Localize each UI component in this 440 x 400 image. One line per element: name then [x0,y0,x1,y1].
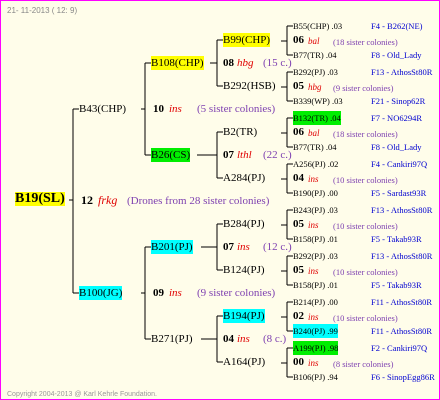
root-number: 12 [81,193,93,207]
gen2-number: 07 [223,149,234,161]
root-drones: (Drones from 28 sister colonies) [127,195,270,207]
gen3-queen[interactable]: B292(HSB) [223,79,276,93]
group-sisters: (18 sister colonies) [333,129,398,139]
ancestor-queen[interactable]: B77(TR) .04 [293,140,336,154]
ancestor-origin: F4 - Cankiri97Q [371,159,428,169]
ancestor-origin: F11 - AthosSt80R [371,297,433,307]
ancestor-queen[interactable]: B292(PJ) .03 [293,249,338,263]
group-sisters: (18 sister colonies) [333,37,398,47]
ancestor-queen[interactable]: A256(PJ) .02 [293,157,338,171]
ancestor-queen[interactable]: B77(TR) .04 [293,48,336,62]
gen1-sisters: (5 sister colonies) [197,103,276,115]
ancestor-origin: F5 - Takab93R [371,280,422,290]
gen2-queen[interactable]: B271(PJ) [151,332,193,346]
gen2-queen[interactable]: B108(CHP) [151,56,204,70]
ancestor-origin: F6 - SinopEgg86R [371,372,435,382]
gen3-queen[interactable]: B124(PJ) [223,263,265,277]
group-sisters: (8 sister colonies) [333,359,394,369]
group-number: 06 [293,126,304,138]
group-number: 05 [293,218,304,230]
group-number: 00 [293,356,304,368]
ancestor-origin: F5 - Takab93R [371,234,422,244]
gen2-sisters: (22 c.) [263,149,292,161]
ancestor-queen[interactable]: B292(PJ) .03 [293,65,338,79]
ancestor-queen[interactable]: B240(PJ) .99 [293,324,338,338]
gen3-sisters: (15 c.) [263,57,292,69]
gen2-sisters: (12 c.) [263,241,292,253]
gen3-queen[interactable]: B99(CHP) [223,33,271,47]
gen3-queen[interactable]: A164(PJ) [223,355,265,369]
ancestor-queen[interactable]: B243(PJ) .03 [293,203,338,217]
group-number: 06 [293,34,304,46]
gen3-queen[interactable]: B194(PJ) [223,309,265,323]
ancestor-origin: F8 - Old_Lady [371,142,422,152]
group-sisters: (10 sister colonies) [333,175,398,185]
ancestor-queen[interactable]: B132(TR) .04 [293,111,341,125]
ancestor-queen[interactable]: B190(PJ) .00 [293,186,338,200]
ancestor-queen[interactable]: B158(PJ) .01 [293,278,338,292]
gen3-number: 08 [223,57,234,69]
ancestor-queen[interactable]: A199(PJ) .98 [293,341,339,355]
group-number: 05 [293,80,304,92]
gen1-number: 10 [153,103,164,115]
root-queen[interactable]: B19(SL) [15,192,65,206]
ancestor-queen[interactable]: B158(PJ) .01 [293,232,338,246]
ancestor-origin: F2 - Cankiri97Q [371,343,428,353]
gen1-code: ins [169,103,182,115]
ancestor-origin: F5 - Sardast93R [371,188,427,198]
gen2-number: 04 [223,333,234,345]
group-sisters: (10 sister colonies) [333,313,398,323]
group-code: bal [308,128,320,138]
group-sisters: (10 sister colonies) [333,221,398,231]
ancestor-origin: F11 - AthosSt80R [371,326,433,336]
group-code: bal [308,36,320,46]
group-code: hbg [308,82,322,92]
ancestor-origin: F13 - AthosSt80R [371,205,433,215]
group-code: ins [308,312,319,322]
ancestor-origin: F8 - Old_Lady [371,50,422,60]
ancestor-origin: F13 - AthosSt80R [371,251,433,261]
group-number: 02 [293,310,304,322]
gen1-queen[interactable]: B100(JG) [79,286,123,300]
ancestor-queen[interactable]: B214(PJ) .00 [293,295,338,309]
gen2-code: ins [237,241,250,253]
gen3-queen[interactable]: A284(PJ) [223,171,265,185]
root-code: frkg [98,193,118,207]
pedigree-page: 21- 11-2013 ( 12: 9) B19(SL) 12 frkg (Dr… [0,0,440,400]
group-code: ins [308,220,319,230]
gen3-queen[interactable]: B2(TR) [223,125,257,139]
gen2-code: lthl [237,149,252,161]
group-code: ins [308,174,319,184]
ancestor-queen[interactable]: B55(CHP) .03 [293,19,342,33]
gen3-code: hbg [237,57,254,69]
gen2-code: ins [237,333,250,345]
gen2-queen[interactable]: B26(CS) [151,148,191,162]
ancestor-origin: F21 - Sinop62R [371,96,426,106]
gen2-number: 07 [223,241,234,253]
gen2-queen[interactable]: B201(PJ) [151,240,193,254]
gen3-queen[interactable]: B284(PJ) [223,217,265,231]
gen1-sisters: (9 sister colonies) [197,287,276,299]
gen1-queen[interactable]: B43(CHP) [79,102,126,116]
gen2-sisters: (8 c.) [263,333,287,345]
date-stamp: 21- 11-2013 ( 12: 9) [7,6,78,15]
gen1-number: 09 [153,287,164,299]
ancestor-origin: F4 - B262(NE) [371,21,423,31]
group-number: 05 [293,264,304,276]
ancestor-queen[interactable]: B339(WP) .03 [293,94,343,108]
group-sisters: (9 sister colonies) [333,83,394,93]
group-sisters: (10 sister colonies) [333,267,398,277]
group-code: ins [308,266,319,276]
ancestor-origin: F7 - NO6294R [371,113,423,123]
copyright: Copyright 2004-2013 @ Karl Kehrle Founda… [7,391,157,398]
ancestor-origin: F13 - AthosSt80R [371,67,433,77]
ancestor-queen[interactable]: B106(PJ) .94 [293,370,338,384]
group-number: 04 [293,172,304,184]
group-code: ins [308,358,319,368]
gen1-code: ins [169,287,182,299]
